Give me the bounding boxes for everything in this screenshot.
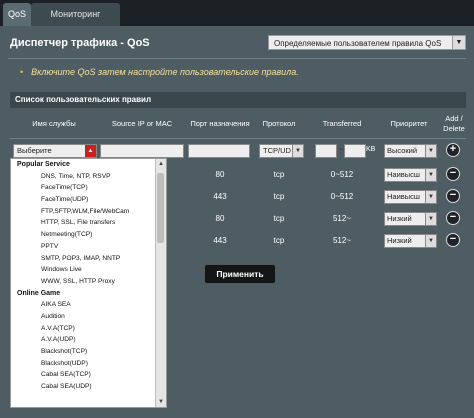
service-option[interactable]: Audition bbox=[11, 311, 157, 323]
minus-icon: − bbox=[449, 167, 457, 179]
row-transferred: 0~512 bbox=[330, 170, 354, 179]
apply-button[interactable]: Применить bbox=[204, 264, 276, 284]
service-option[interactable]: A.V.A(UDP) bbox=[11, 334, 157, 346]
service-option[interactable]: DNS, Time, NTP, RSVP bbox=[11, 171, 157, 183]
protocol-value: TCP/UD bbox=[263, 146, 291, 155]
row-priority-value: Наивысш bbox=[387, 170, 420, 179]
service-option[interactable]: Netmeeting(TCP) bbox=[11, 229, 157, 241]
service-option[interactable]: WWW, SSL, HTTP Proxy bbox=[11, 276, 157, 288]
tab-bar: QoS Мониторинг трафика bbox=[0, 0, 474, 42]
add-rule-button[interactable]: + bbox=[446, 143, 460, 157]
qos-mode-select[interactable]: Определяемые пользователем правила QoS ▼ bbox=[268, 35, 466, 50]
row-priority-select[interactable]: Низкий ▼ bbox=[384, 234, 437, 248]
tab-qos[interactable]: QoS bbox=[3, 3, 31, 26]
protocol-select[interactable]: TCP/UD ▼ bbox=[259, 144, 304, 158]
service-options: Popular Service DNS, Time, NTP, RSVP Fac… bbox=[11, 159, 157, 393]
row-protocol: tcp bbox=[273, 214, 285, 223]
row-transferred: 0~512 bbox=[330, 192, 354, 201]
col-dest-port: Порт назначения bbox=[190, 119, 250, 128]
page-title: Диспетчер трафика - QoS bbox=[10, 37, 150, 49]
row-protocol: tcp bbox=[273, 192, 285, 201]
col-add-delete: Add / Delete bbox=[443, 114, 465, 133]
service-option[interactable]: FaceTime(UDP) bbox=[11, 194, 157, 206]
service-option[interactable]: PPTV bbox=[11, 241, 157, 253]
priority-select[interactable]: Высокий ▼ bbox=[384, 144, 437, 158]
service-option[interactable]: FaceTime(TCP) bbox=[11, 182, 157, 194]
chevron-down-icon: ▼ bbox=[425, 235, 436, 247]
row-priority-value: Наивысш bbox=[387, 192, 420, 201]
chevron-down-icon: ▼ bbox=[292, 145, 303, 157]
scroll-up-icon[interactable]: ▲ bbox=[156, 159, 166, 169]
source-ip-input[interactable] bbox=[100, 144, 184, 158]
service-option[interactable]: SMTP, POP3, IMAP, NNTP bbox=[11, 253, 157, 265]
service-option[interactable]: Cabal SEA(TCP) bbox=[11, 369, 157, 381]
delete-rule-button[interactable]: − bbox=[446, 233, 460, 247]
hint-text: • Включите QoS затем настройте пользовате… bbox=[20, 67, 299, 77]
dest-port-input[interactable] bbox=[188, 144, 250, 158]
row-port: 443 bbox=[213, 236, 227, 245]
minus-icon: − bbox=[449, 233, 457, 245]
chevron-up-icon: ▲ bbox=[85, 145, 96, 157]
service-dropdown-list[interactable]: Popular Service DNS, Time, NTP, RSVP Fac… bbox=[10, 158, 167, 408]
tab-traffic-monitor[interactable]: Мониторинг трафика bbox=[31, 3, 120, 42]
service-name-select[interactable]: Выберите ▲ bbox=[13, 144, 97, 158]
col-source-ip: Source IP or MAC bbox=[111, 119, 173, 128]
service-option[interactable]: HTTP, SSL, File transfers bbox=[11, 217, 157, 229]
scroll-thumb[interactable] bbox=[157, 173, 164, 243]
row-priority-select[interactable]: Низкий ▼ bbox=[384, 212, 437, 226]
row-port: 443 bbox=[213, 192, 227, 201]
service-name-value: Выберите bbox=[17, 146, 52, 155]
hint-label: Включите QoS затем настройте пользовател… bbox=[31, 67, 299, 77]
divider bbox=[8, 58, 466, 59]
transfer-from-input[interactable] bbox=[315, 144, 337, 158]
chevron-down-icon: ▼ bbox=[425, 213, 436, 225]
delete-rule-button[interactable]: − bbox=[446, 189, 460, 203]
row-port: 80 bbox=[215, 214, 225, 223]
chevron-down-icon: ▼ bbox=[425, 191, 436, 203]
option-group-label: Popular Service bbox=[17, 161, 70, 168]
row-priority-select[interactable]: Наивысш ▼ bbox=[384, 168, 437, 182]
service-option[interactable]: Cabal SEA(UDP) bbox=[11, 381, 157, 393]
col-priority: Приоритет bbox=[390, 119, 428, 128]
minus-icon: − bbox=[449, 189, 457, 201]
chevron-down-icon: ▼ bbox=[425, 145, 436, 157]
delete-rule-button[interactable]: − bbox=[446, 211, 460, 225]
transfer-separator: ~ bbox=[339, 145, 344, 154]
service-option[interactable]: Windows Live bbox=[11, 264, 157, 276]
col-transferred: Transferred bbox=[322, 119, 362, 128]
transfer-to-input[interactable] bbox=[344, 144, 366, 158]
priority-value: Высокий bbox=[387, 146, 418, 155]
row-port: 80 bbox=[215, 170, 225, 179]
row-priority-value: Низкий bbox=[387, 236, 412, 245]
chevron-down-icon: ▼ bbox=[452, 36, 465, 49]
chevron-down-icon: ▼ bbox=[425, 169, 436, 181]
row-priority-value: Низкий bbox=[387, 214, 412, 223]
service-option[interactable]: Blackshot(UDP) bbox=[11, 358, 157, 370]
row-priority-select[interactable]: Наивысш ▼ bbox=[384, 190, 437, 204]
plus-icon: + bbox=[449, 143, 457, 155]
scroll-down-icon[interactable]: ▼ bbox=[156, 397, 166, 407]
col-service-name: Имя службы bbox=[32, 119, 76, 128]
dropdown-scrollbar[interactable]: ▲ ▼ bbox=[155, 159, 166, 407]
row-protocol: tcp bbox=[273, 170, 285, 179]
qos-mode-value: Определяемые пользователем правила QoS bbox=[274, 39, 442, 48]
row-transferred: 512~ bbox=[332, 214, 352, 223]
rules-list-header: Список пользовательских правил bbox=[10, 92, 466, 108]
bullet-icon: • bbox=[20, 67, 24, 77]
transfer-unit: KB bbox=[366, 146, 376, 153]
service-option[interactable]: A.V.A(TCP) bbox=[11, 323, 157, 335]
service-option[interactable]: FTP,SFTP,WLM,File/WebCam bbox=[11, 206, 157, 218]
delete-rule-button[interactable]: − bbox=[446, 167, 460, 181]
col-protocol: Протокол bbox=[262, 119, 296, 128]
option-group-label: Online Game bbox=[17, 289, 61, 297]
row-transferred: 512~ bbox=[332, 236, 352, 245]
row-protocol: tcp bbox=[273, 236, 285, 245]
divider bbox=[10, 138, 466, 139]
minus-icon: − bbox=[449, 211, 457, 223]
service-option[interactable]: AIKA SEA bbox=[11, 299, 157, 311]
service-option[interactable]: Blackshot(TCP) bbox=[11, 346, 157, 358]
